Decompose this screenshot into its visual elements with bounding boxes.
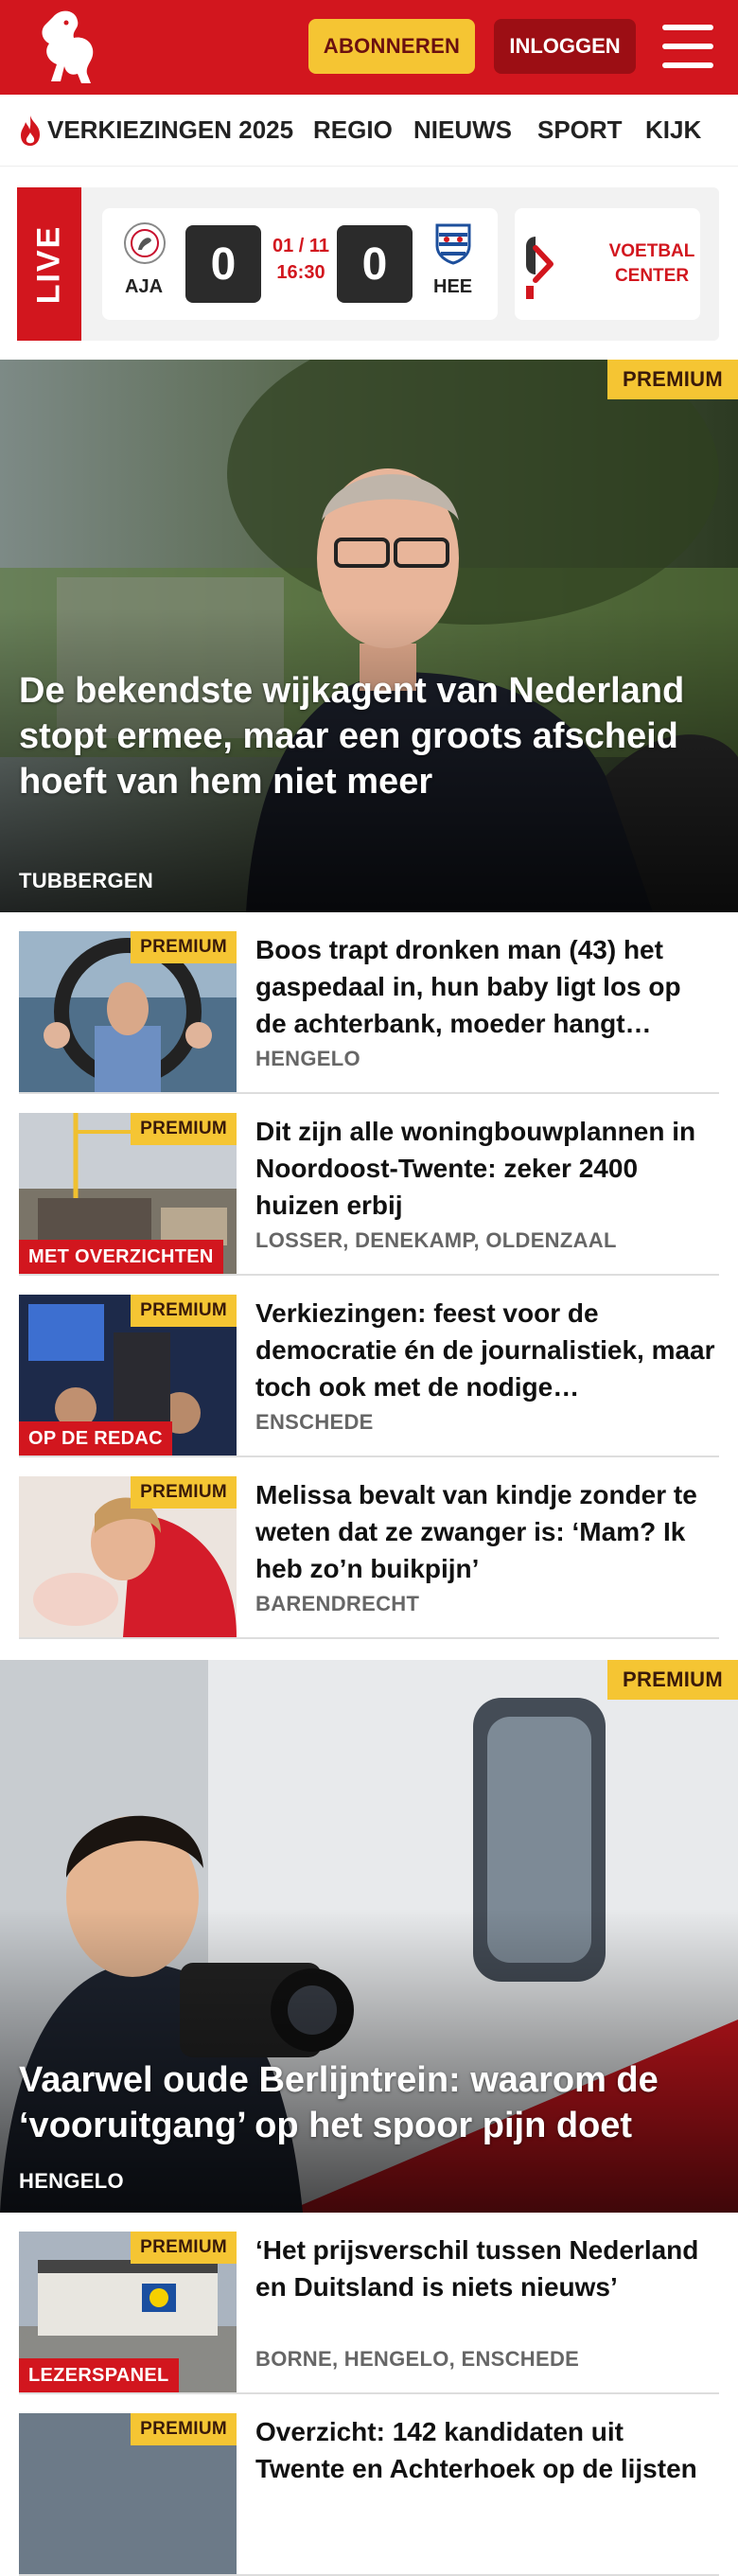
premium-badge: PREMIUM — [131, 2413, 237, 2445]
article-title[interactable]: Verkiezingen: feest voor de democratie é… — [255, 1295, 719, 1405]
premium-badge: PREMIUM — [131, 931, 237, 963]
away-team-name: HEE — [433, 276, 473, 297]
nav-item-regio[interactable]: REGIO — [313, 115, 393, 145]
article-thumbnail: PREMIUM — [19, 1476, 237, 1637]
hero-location: TUBBERGEN — [19, 869, 154, 892]
article-thumbnail: PREMIUM LEZERSPANEL — [19, 2232, 237, 2392]
article-location: HENGELO — [255, 1047, 360, 1070]
article-location: BARENDRECHT — [255, 1592, 420, 1615]
list-item[interactable]: PREMIUM OP DE REDAC Verkiezingen: feest … — [19, 1276, 719, 1457]
flame-icon — [21, 115, 40, 146]
voetbal-center-link[interactable]: VOETBAL CENTER — [604, 208, 700, 320]
nav-item-sport[interactable]: SPORT — [537, 115, 623, 145]
list-item[interactable]: PREMIUM Boos trapt dronken man (43) het … — [19, 912, 719, 1094]
premium-badge: PREMIUM — [131, 1295, 237, 1327]
article-location: LOSSER, DENEKAMP, OLDENZAAL — [255, 1228, 617, 1252]
article-thumbnail: PREMIUM MET OVERZICHTEN — [19, 1113, 237, 1274]
top-header: ABONNEREN INLOGGEN — [0, 0, 738, 95]
login-button[interactable]: INLOGGEN — [494, 19, 636, 74]
article-thumbnail: PREMIUM — [19, 2413, 237, 2574]
live-tag: LIVE — [17, 187, 81, 341]
article-title[interactable]: ‘Het prijsverschil tussen Nederland en D… — [255, 2232, 719, 2305]
main-nav: VERKIEZINGEN 2025 REGIO NIEUWS SPORT KIJ… — [0, 95, 738, 167]
list-item[interactable]: PREMIUM Melissa bevalt van kindje zonder… — [19, 1457, 719, 1639]
ajax-logo-icon — [124, 222, 166, 264]
hamburger-menu-icon[interactable] — [662, 23, 713, 70]
nav-item-nieuws[interactable]: NIEUWS — [413, 115, 512, 145]
premium-badge: PREMIUM — [131, 1113, 237, 1145]
list-item[interactable]: PREMIUM Overzicht: 142 kandidaten uit Tw… — [19, 2394, 719, 2576]
away-score: 0 — [337, 225, 413, 303]
subscribe-button[interactable]: ABONNEREN — [308, 19, 475, 74]
article-location: BORNE, HENGELO, ENSCHEDE — [255, 2347, 580, 2371]
article-title[interactable]: Overzicht: 142 kandidaten uit Twente en … — [255, 2413, 719, 2487]
article-title[interactable]: Dit zijn alle woningbouwplannen in Noord… — [255, 1113, 719, 1224]
article-label: OP DE REDAC — [19, 1421, 172, 1456]
live-scores-bar: LIVE AJA 0 01 / 11 16:30 0 HEE VOETBAL C… — [17, 187, 719, 341]
home-score: 0 — [185, 225, 261, 303]
hero-photo — [0, 360, 738, 912]
tubantia-logo[interactable] — [34, 8, 100, 87]
premium-badge: PREMIUM — [131, 2232, 237, 2264]
hero-location: HENGELO — [19, 2169, 124, 2193]
nav-item-verkiezingen[interactable]: VERKIEZINGEN 2025 — [47, 115, 293, 145]
chevron-right-icon[interactable] — [530, 240, 558, 288]
article-label: LEZERSPANEL — [19, 2358, 179, 2392]
home-team-name: AJA — [125, 276, 164, 297]
premium-badge: PREMIUM — [607, 360, 738, 399]
heerenveen-logo-icon — [435, 223, 471, 265]
nav-item-kijk[interactable]: KIJK — [645, 115, 701, 145]
match-card[interactable]: AJA 0 01 / 11 16:30 0 HEE — [102, 208, 498, 320]
article-thumbnail: PREMIUM OP DE REDAC — [19, 1295, 237, 1456]
match-kickoff: 01 / 11 16:30 — [272, 236, 330, 283]
hero-title[interactable]: Vaarwel oude Berlijntrein: waarom de ‘vo… — [19, 2057, 715, 2148]
list-item[interactable]: PREMIUM MET OVERZICHTEN Dit zijn alle wo… — [19, 1094, 719, 1276]
article-title[interactable]: Boos trapt dronken man (43) het gaspedaa… — [255, 931, 719, 1042]
hero-article[interactable]: PREMIUM De bekendste wijkagent van Neder… — [0, 360, 738, 912]
article-title[interactable]: Melissa bevalt van kindje zonder te wete… — [255, 1476, 719, 1587]
premium-badge: PREMIUM — [607, 1660, 738, 1700]
premium-badge: PREMIUM — [131, 1476, 237, 1509]
hero-article[interactable]: PREMIUM Vaarwel oude Berlijntrein: waaro… — [0, 1660, 738, 2213]
article-label: MET OVERZICHTEN — [19, 1240, 223, 1274]
list-item[interactable]: PREMIUM LEZERSPANEL ‘Het prijsverschil t… — [19, 2213, 719, 2394]
article-thumbnail: PREMIUM — [19, 931, 237, 1092]
article-location: ENSCHEDE — [255, 1410, 374, 1434]
hero-title[interactable]: De bekendste wijkagent van Nederland sto… — [19, 668, 715, 804]
